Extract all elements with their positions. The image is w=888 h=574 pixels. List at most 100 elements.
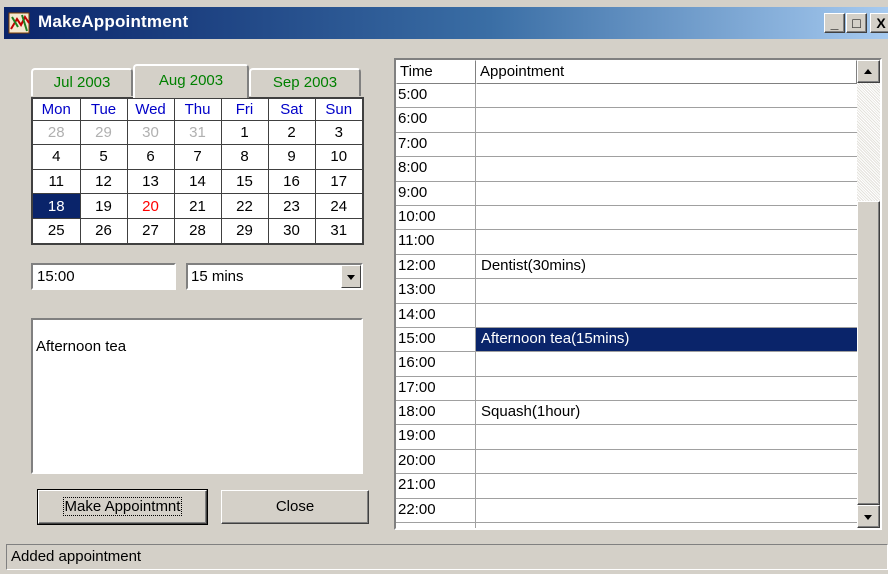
row-appointment (476, 523, 857, 528)
list-row[interactable]: 7:00 (396, 132, 857, 158)
row-appointment (476, 206, 857, 229)
calendar-day[interactable]: 31 (173, 119, 222, 146)
list-row-selected[interactable]: 15:00 Afternoon tea(15mins) (396, 327, 857, 353)
list-row[interactable]: 13:00 (396, 279, 857, 304)
row-time: 22:00 (396, 498, 476, 523)
calendar-day[interactable]: 26 (79, 217, 128, 243)
calendar-day[interactable]: 5 (79, 144, 128, 170)
calendar-day[interactable]: 8 (220, 144, 269, 170)
calendar-week: 4 5 6 7 8 9 10 (33, 144, 362, 170)
list-row[interactable]: 11:00 (396, 230, 857, 255)
scroll-up-button[interactable] (857, 60, 880, 83)
title-bar[interactable]: MakeAppointment _ □ X (4, 7, 888, 39)
list-row[interactable]: 6:00 (396, 108, 857, 133)
calendar-day[interactable]: 3 (314, 119, 362, 146)
maximize-button[interactable]: □ (846, 13, 867, 33)
row-time: 23:00 (396, 523, 476, 528)
status-bar: Added appointment (6, 544, 888, 570)
row-time: 16:00 (396, 352, 476, 376)
list-row[interactable]: 21:00 (396, 474, 857, 499)
list-row[interactable]: 19:00 (396, 425, 857, 450)
calendar-day[interactable]: 30 (267, 217, 316, 243)
calendar-day[interactable]: 17 (314, 168, 362, 195)
row-appointment (476, 499, 857, 522)
row-appointment (476, 133, 857, 156)
calendar-day-selected[interactable]: 18 (33, 193, 81, 219)
calendar-day[interactable]: 24 (314, 193, 362, 219)
duration-dropdown-button[interactable] (341, 265, 361, 288)
calendar-day[interactable]: 15 (220, 168, 269, 195)
column-header-appointment[interactable]: Appointment (476, 60, 857, 84)
calendar-day[interactable]: 13 (126, 168, 175, 195)
chevron-down-icon (347, 275, 355, 280)
calendar-day[interactable]: 25 (33, 217, 81, 243)
list-row[interactable]: 12:00 Dentist(30mins) (396, 254, 857, 280)
calendar-day[interactable]: 22 (220, 193, 269, 219)
row-appointment (476, 279, 857, 302)
description-textarea[interactable]: Afternoon tea (31, 318, 363, 474)
vertical-scrollbar[interactable] (857, 60, 880, 528)
calendar-day[interactable]: 7 (173, 144, 222, 170)
weekday-header: Tue (79, 99, 128, 121)
calendar-day[interactable]: 10 (314, 144, 362, 170)
list-row[interactable]: 14:00 (396, 303, 857, 328)
scroll-track[interactable] (857, 83, 880, 505)
calendar-day-today[interactable]: 20 (126, 193, 175, 219)
time-input[interactable]: 15:00 (31, 263, 176, 290)
row-appointment: Afternoon tea(15mins) (476, 327, 857, 352)
list-row[interactable]: 16:00 (396, 352, 857, 377)
list-row[interactable]: 8:00 (396, 157, 857, 182)
list-row[interactable]: 17:00 (396, 376, 857, 402)
make-appointment-window: MakeAppointment _ □ X Jul 2003 Aug 2003 … (0, 0, 888, 574)
calendar-day[interactable]: 27 (126, 217, 175, 243)
row-appointment (476, 425, 857, 448)
calendar-day[interactable]: 2 (267, 119, 316, 146)
calendar-day[interactable]: 6 (126, 144, 175, 170)
list-row[interactable]: 5:00 (396, 84, 857, 109)
calendar-day[interactable]: 4 (33, 144, 81, 170)
arrow-up-icon (864, 69, 872, 74)
row-appointment (476, 84, 857, 107)
row-time: 14:00 (396, 303, 476, 327)
column-header-time[interactable]: Time (396, 60, 476, 84)
calendar-day[interactable]: 19 (79, 193, 128, 219)
calendar-day[interactable]: 16 (267, 168, 316, 195)
close-window-button[interactable]: X (870, 13, 888, 33)
calendar-day[interactable]: 28 (33, 119, 81, 146)
calendar-day[interactable]: 11 (33, 168, 81, 195)
calendar-day[interactable]: 23 (267, 193, 316, 219)
row-appointment (476, 157, 857, 180)
scroll-down-button[interactable] (857, 505, 880, 528)
list-row[interactable]: 10:00 (396, 205, 857, 231)
make-appointment-button[interactable]: Make Appointmnt (37, 489, 208, 525)
calendar-day[interactable]: 14 (173, 168, 222, 195)
calendar-day[interactable]: 31 (314, 217, 362, 243)
calendar-day[interactable]: 12 (79, 168, 128, 195)
make-appointment-label: Make Appointmnt (62, 497, 183, 516)
calendar-day[interactable]: 29 (79, 119, 128, 146)
list-row[interactable]: 18:00 Squash(1hour) (396, 401, 857, 426)
calendar-day[interactable]: 1 (220, 119, 269, 146)
row-appointment (476, 108, 857, 131)
row-appointment (476, 304, 857, 327)
calendar-day[interactable]: 30 (126, 119, 175, 146)
calendar-day[interactable]: 21 (173, 193, 222, 219)
list-row[interactable]: 23:00 (396, 523, 857, 528)
calendar-day[interactable]: 29 (220, 217, 269, 243)
list-row[interactable]: 9:00 (396, 181, 857, 206)
duration-select[interactable]: 15 mins (186, 263, 363, 290)
arrow-down-icon (864, 515, 872, 520)
minimize-button[interactable]: _ (824, 13, 845, 33)
row-time: 17:00 (396, 376, 476, 401)
tab-next-month[interactable]: Sep 2003 (249, 68, 361, 96)
appointment-list[interactable]: Time Appointment 5:00 6:00 7:00 8:00 9:00 10:… (394, 58, 882, 530)
calendar-day[interactable]: 9 (267, 144, 316, 170)
list-row[interactable]: 22:00 (396, 498, 857, 524)
tab-prev-month[interactable]: Jul 2003 (31, 68, 133, 96)
calendar-day[interactable]: 28 (173, 217, 222, 243)
row-time: 15:00 (396, 327, 476, 352)
close-button[interactable]: Close (221, 490, 369, 524)
tab-current-month[interactable]: Aug 2003 (133, 64, 249, 98)
list-row[interactable]: 20:00 (396, 449, 857, 475)
scroll-thumb[interactable] (857, 201, 880, 505)
